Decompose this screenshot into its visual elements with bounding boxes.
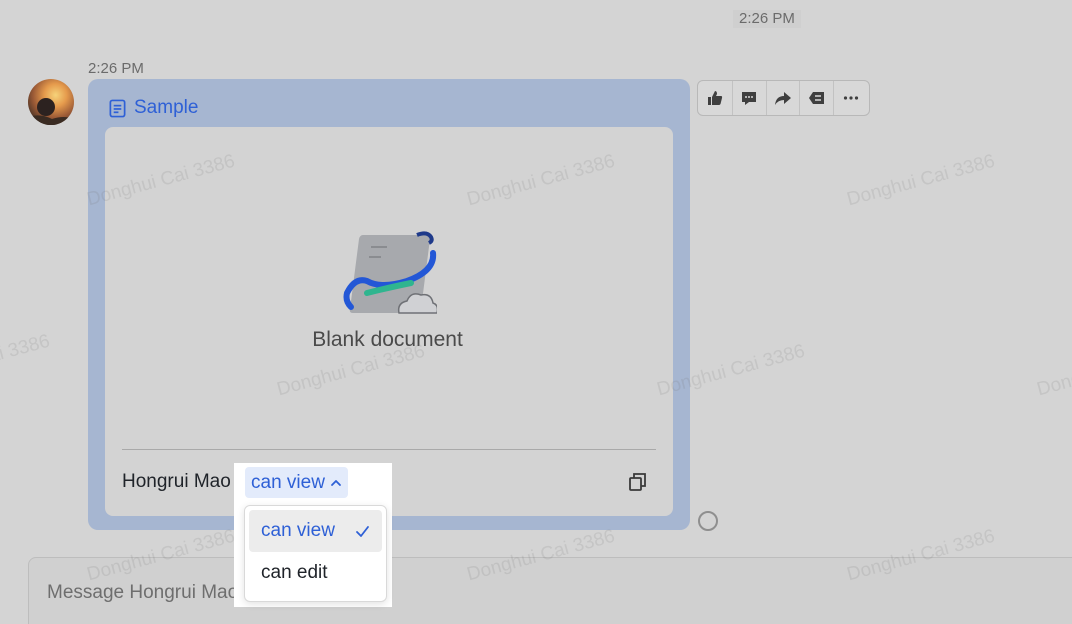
forward-button[interactable] [767,81,801,115]
option-label: can view [261,520,335,541]
message-composer [28,557,1072,624]
copy-link-button[interactable] [627,471,649,493]
checkmark-icon [356,525,369,537]
watermark: Donghui Cai 3386 [0,330,53,391]
owner-name: Hongrui Mao [122,471,231,492]
copy-icon [629,473,646,491]
read-status-icon [698,511,718,531]
doc-preview-panel: Blank document Hongrui Mao [105,127,673,516]
document-icon [109,99,126,117]
divider [122,449,656,450]
more-icon [843,96,859,100]
watermark: Donghui Cai 3386 [1034,341,1072,401]
permission-select-value: can view [251,471,325,493]
blank-document-illustration [343,231,437,314]
thumbs-up-icon [708,91,723,105]
top-timestamp: 2:26 PM [733,10,801,28]
reply-in-thread-button[interactable] [733,81,767,115]
option-label: can edit [261,562,328,583]
quote-reply-icon [808,92,824,104]
doc-title[interactable]: Sample [134,97,198,119]
more-actions-button[interactable] [834,81,868,115]
blank-document-label: Blank document [312,328,463,351]
chevron-up-icon [331,479,341,486]
doc-preview[interactable]: Blank document [105,127,673,449]
message-input[interactable] [47,582,947,604]
quote-reply-button[interactable] [800,81,835,115]
permission-option-can-view[interactable]: can view [249,510,382,552]
permission-dropdown: can view can edit [244,505,387,602]
permission-select[interactable]: can view [245,467,348,498]
doc-title-link[interactable]: Sample [108,97,198,119]
comment-icon [742,92,757,105]
reaction-button[interactable] [699,81,733,115]
message-timestamp: 2:26 PM [88,60,144,77]
avatar[interactable] [28,79,74,125]
forward-icon [774,92,791,105]
permission-option-can-edit[interactable]: can edit [249,552,382,594]
watermark: Donghui Cai 3386 [844,150,998,211]
permission-popover-area: can view can view can edit [234,463,392,607]
message-action-toolbar [697,80,870,116]
